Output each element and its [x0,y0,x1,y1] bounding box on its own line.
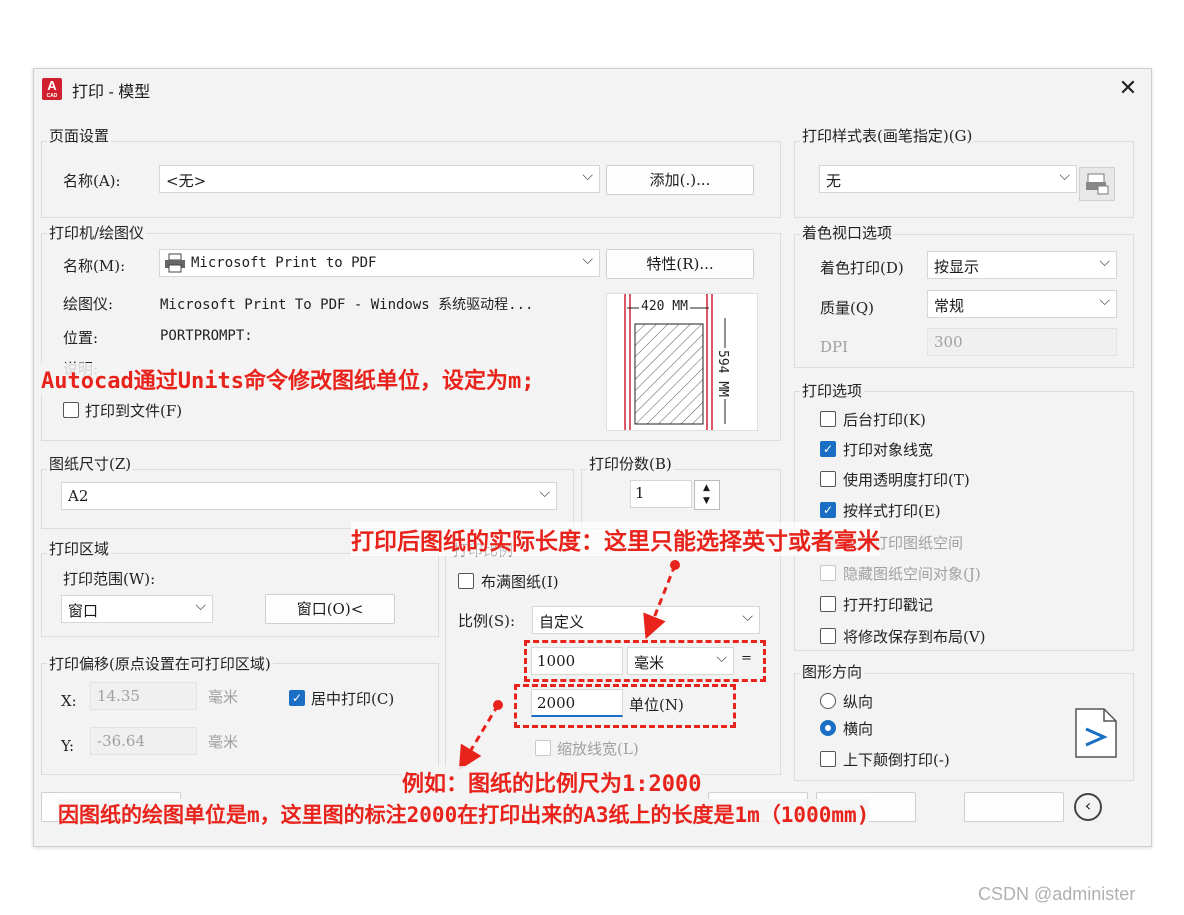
scale-example-annotation: 例如：图纸的比例尺为1:2000 [402,766,702,798]
explanation-annotation: 因图纸的绘图单位是m，这里图的标注2000在打印出来的A3纸上的长度是1m（10… [58,799,870,829]
csdn-watermark: CSDN @administer [978,884,1136,904]
